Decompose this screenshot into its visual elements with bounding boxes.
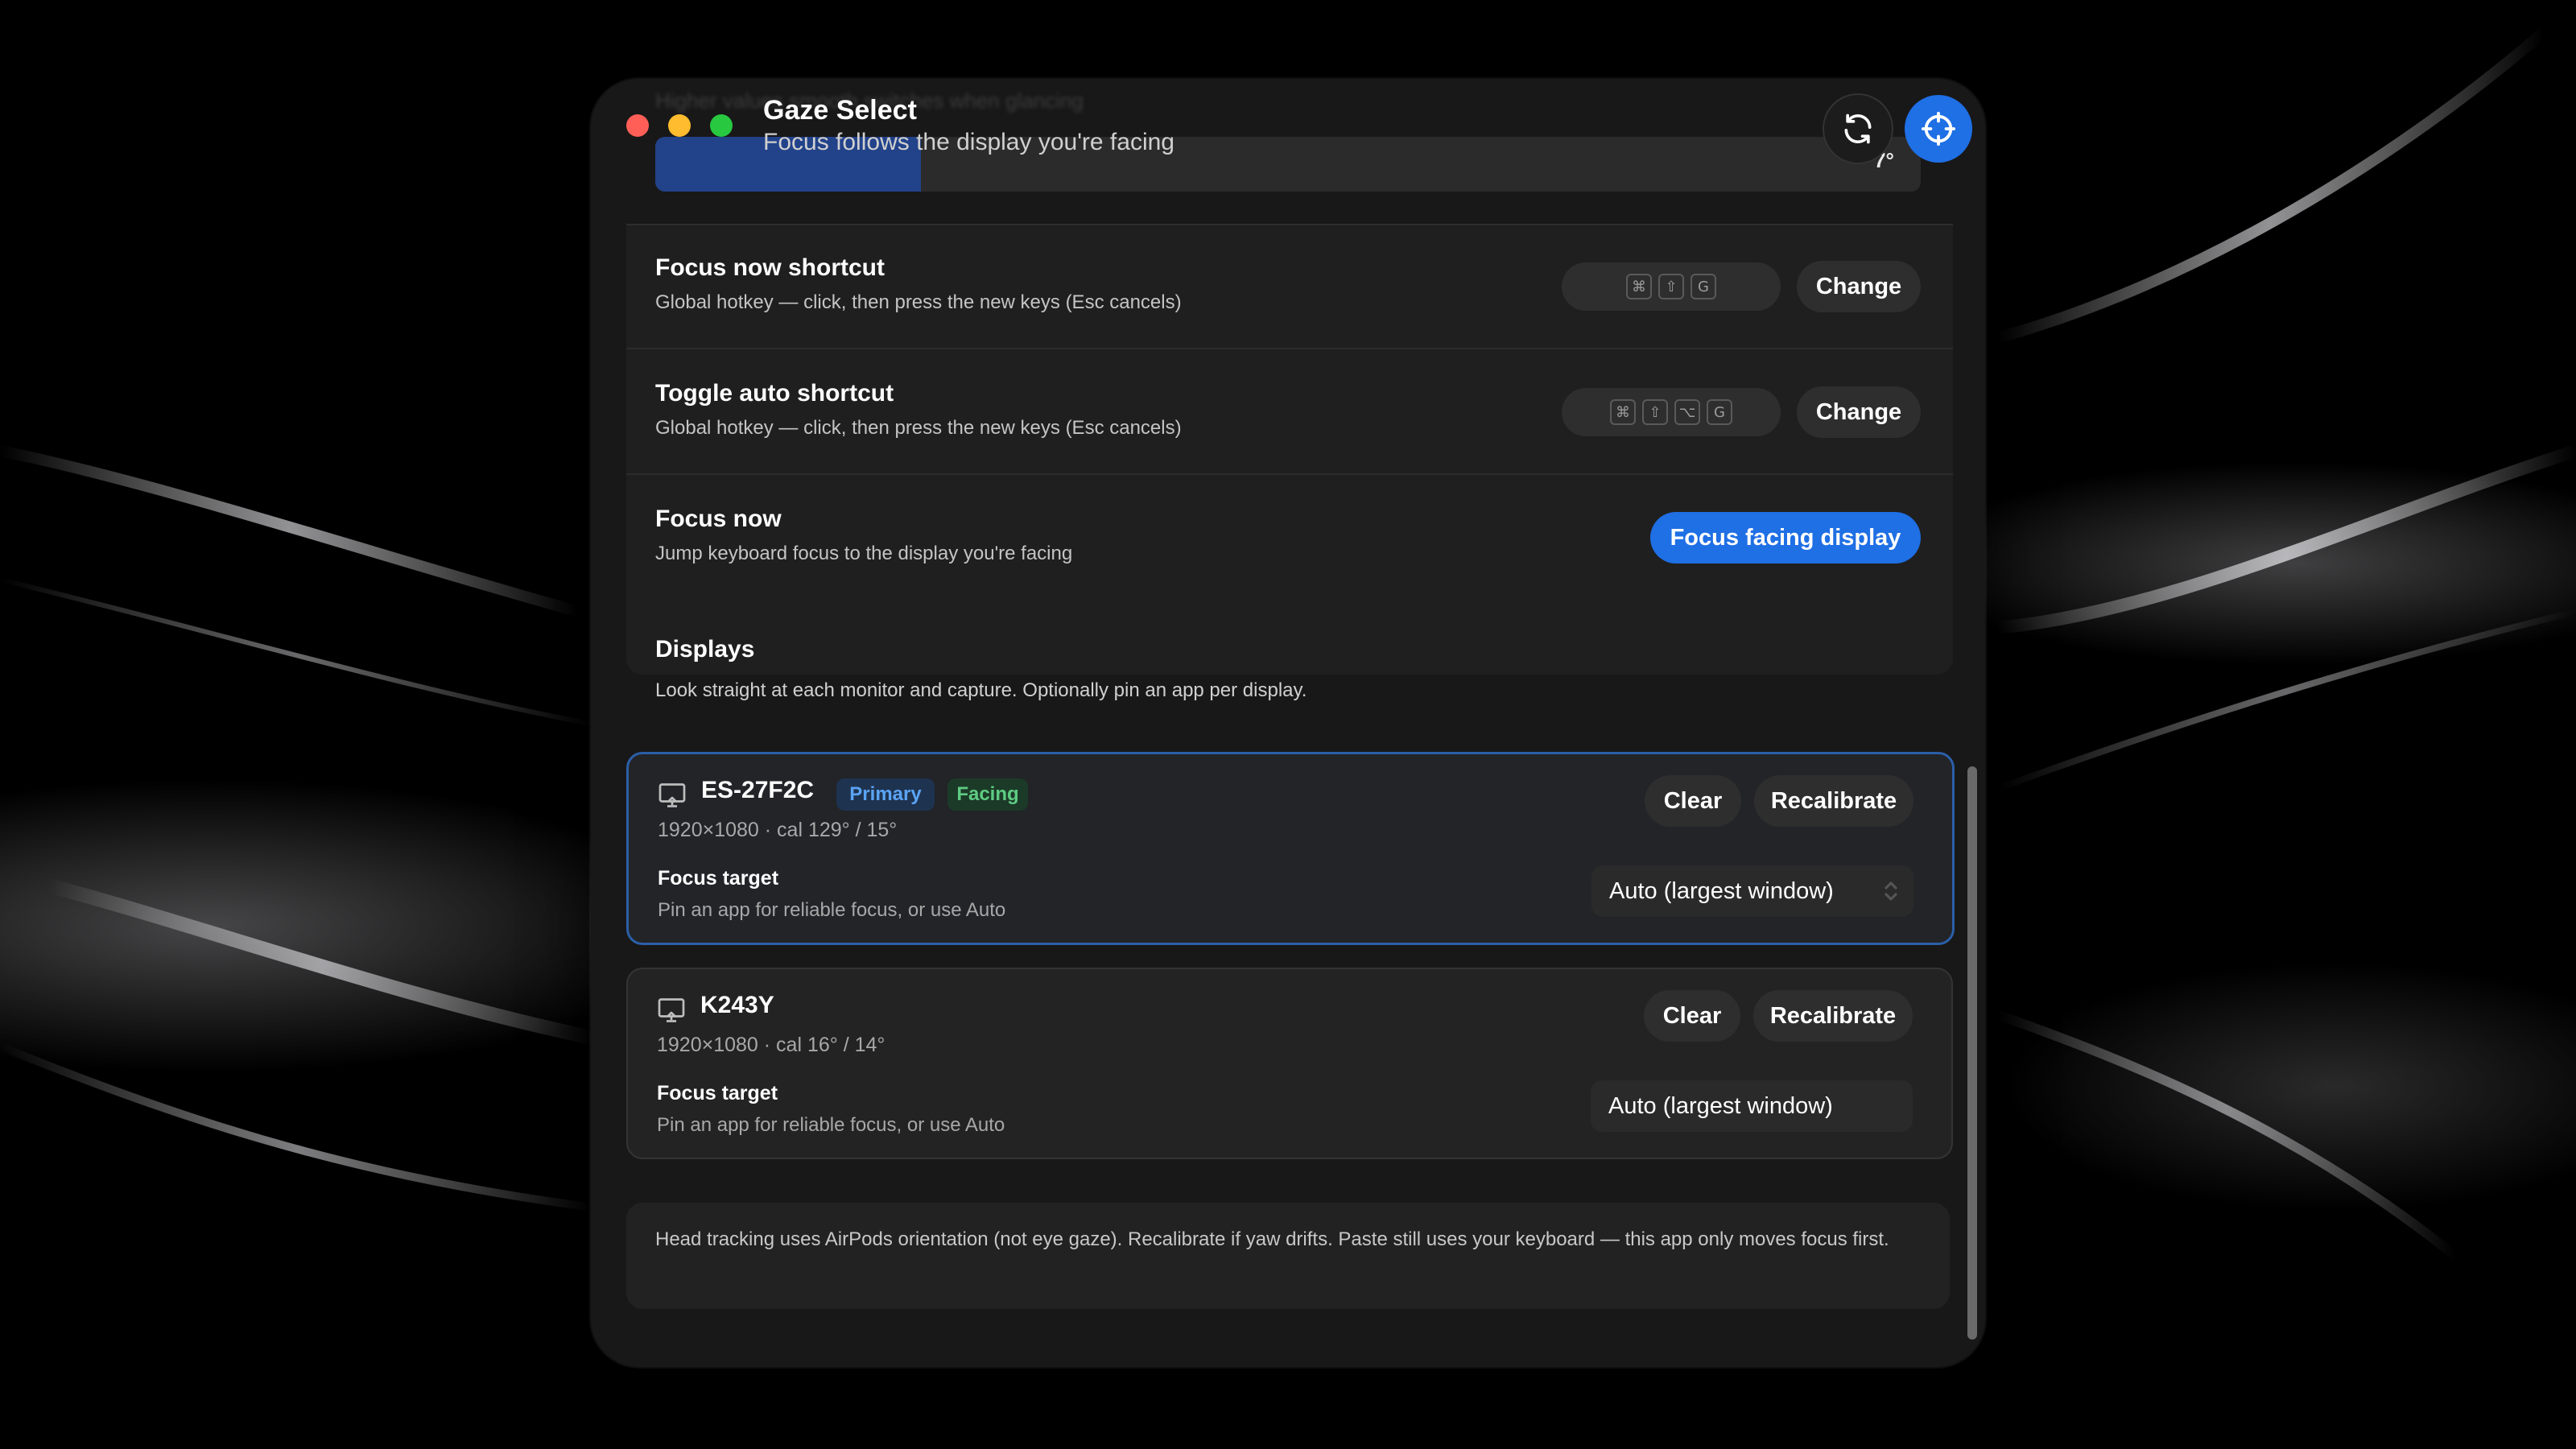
focus-target-value: Auto (largest window) <box>1608 1092 1833 1119</box>
displays-title: Displays <box>655 636 755 663</box>
facing-badge: Facing <box>947 778 1028 811</box>
close-button[interactable] <box>626 114 649 137</box>
change-focus-now-shortcut-button[interactable]: Change <box>1797 261 1921 312</box>
capture-focus-button[interactable] <box>1905 95 1972 163</box>
row-title: Toggle auto shortcut <box>655 380 894 407</box>
keycap: ⌘ <box>1610 399 1636 425</box>
monitor-icon <box>658 998 685 1022</box>
display-name: K243Y <box>700 992 774 1018</box>
scrollbar-thumb[interactable] <box>1967 766 1977 1340</box>
window-content: Higher values smooth switches when glanc… <box>591 79 1985 1367</box>
display-card-es-27f2c: ES-27F2C Primary Facing 1920×1080 · cal … <box>626 752 1955 945</box>
refresh-icon <box>1844 114 1872 144</box>
focus-target-select[interactable]: Auto (largest window) <box>1591 865 1913 917</box>
chevron-updown-icon <box>1885 881 1897 901</box>
footnote-text: Head tracking uses AirPods orientation (… <box>655 1228 1889 1250</box>
focus-target-label: Focus target <box>658 867 779 890</box>
focus-target-description: Pin an app for reliable focus, or use Au… <box>658 899 1006 921</box>
focus-target-value: Auto (largest window) <box>1609 877 1834 904</box>
display-meta: 1920×1080 · cal 129° / 15° <box>658 819 898 841</box>
clear-button[interactable]: Clear <box>1644 990 1740 1042</box>
change-toggle-auto-shortcut-button[interactable]: Change <box>1797 386 1921 438</box>
row-title: Focus now <box>655 506 782 532</box>
keycap: ⌘ <box>1626 274 1652 299</box>
primary-badge: Primary <box>836 778 935 811</box>
recalibrate-button[interactable]: Recalibrate <box>1754 775 1913 827</box>
keycap: G <box>1707 399 1732 425</box>
refresh-button[interactable] <box>1824 95 1892 163</box>
recalibrate-button[interactable]: Recalibrate <box>1753 990 1913 1042</box>
display-meta: 1920×1080 · cal 16° / 14° <box>657 1034 886 1056</box>
focus-now-hotkey-field[interactable]: ⌘ ⇧ G <box>1562 262 1781 311</box>
focus-target-select[interactable]: Auto (largest window) <box>1591 1080 1913 1132</box>
app-subtitle: Focus follows the display you're facing <box>763 129 1174 155</box>
monitor-icon <box>658 783 686 807</box>
display-card-k243y: K243Y 1920×1080 · cal 16° / 14° Clear Re… <box>626 968 1953 1159</box>
focus-facing-display-button[interactable]: Focus facing display <box>1650 512 1921 564</box>
info-footnote: Head tracking uses AirPods orientation (… <box>626 1203 1950 1309</box>
toggle-auto-hotkey-field[interactable]: ⌘ ⇧ ⌥ G <box>1562 388 1781 436</box>
keycap: ⇧ <box>1658 274 1684 299</box>
focus-target-label: Focus target <box>657 1082 778 1104</box>
divider <box>626 348 1953 349</box>
row-description: Jump keyboard focus to the display you'r… <box>655 543 1073 564</box>
display-name: ES-27F2C <box>701 777 815 803</box>
crosshair-icon <box>1921 111 1956 147</box>
divider <box>626 224 1953 225</box>
zoom-button[interactable] <box>710 114 733 137</box>
row-description: Global hotkey — click, then press the ne… <box>655 417 1182 439</box>
app-title: Gaze Select <box>763 95 917 126</box>
divider <box>626 473 1953 475</box>
minimize-button[interactable] <box>668 114 691 137</box>
keycap: ⌥ <box>1674 399 1700 425</box>
keycap: ⇧ <box>1642 399 1668 425</box>
row-description: Global hotkey — click, then press the ne… <box>655 291 1182 313</box>
clear-button[interactable]: Clear <box>1645 775 1741 827</box>
displays-description: Look straight at each monitor and captur… <box>655 679 1307 701</box>
focus-target-description: Pin an app for reliable focus, or use Au… <box>657 1114 1005 1136</box>
app-window: Higher values smooth switches when glanc… <box>591 79 1985 1367</box>
keycap: G <box>1690 274 1716 299</box>
row-title: Focus now shortcut <box>655 254 885 281</box>
